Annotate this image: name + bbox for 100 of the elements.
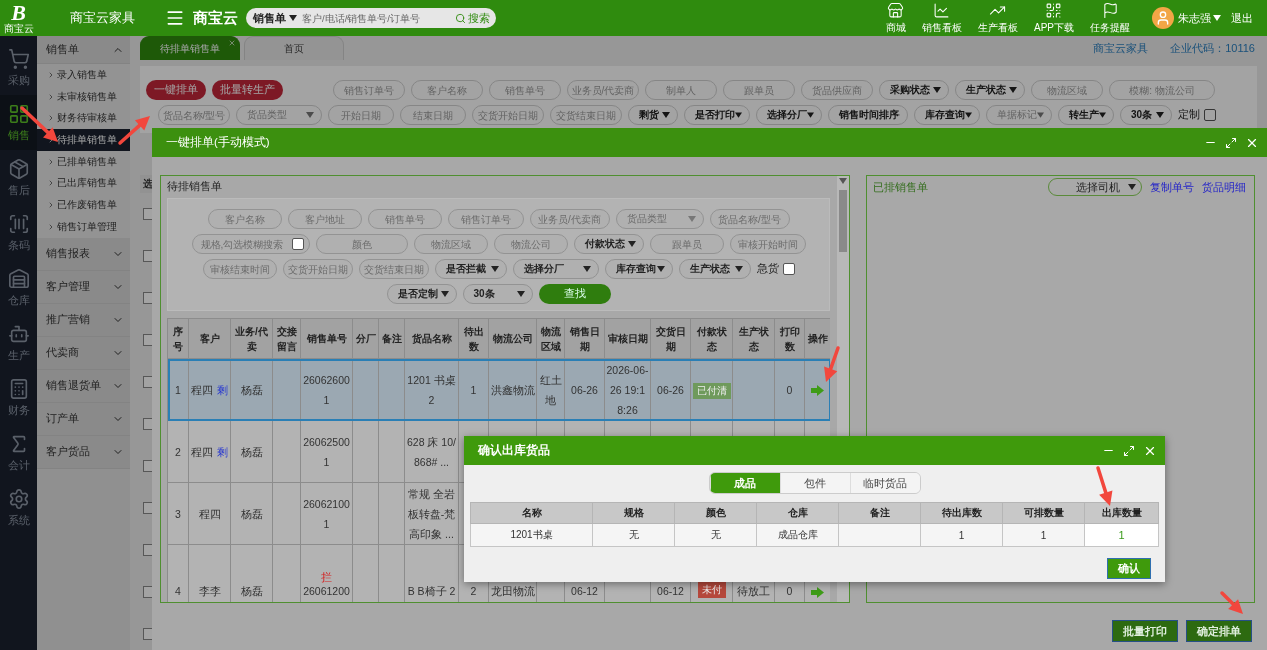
menu-button[interactable] xyxy=(165,8,185,28)
sidebar-group[interactable]: 代卖商 xyxy=(37,336,130,370)
filter-select[interactable]: 销售时间排序 xyxy=(828,105,908,125)
maximize-icon[interactable] xyxy=(1123,444,1135,457)
checkbox[interactable] xyxy=(1204,109,1216,121)
panel-link[interactable]: 货品明细 xyxy=(1202,180,1246,195)
logo-letter: B xyxy=(11,2,26,24)
scrollbar-thumb[interactable] xyxy=(839,190,847,252)
filter-select[interactable]: 是否拦截 xyxy=(434,259,507,279)
chevron-right-icon xyxy=(47,200,55,209)
confirm-button[interactable]: 确认 xyxy=(1107,558,1151,579)
sidebar-group[interactable]: 销售报表 xyxy=(37,237,130,271)
checkbox[interactable] xyxy=(291,238,304,250)
action-button[interactable]: 批量转生产 xyxy=(212,80,283,100)
sidebar-group[interactable]: 销售单 xyxy=(37,36,130,64)
search-button[interactable]: 搜索 xyxy=(453,8,496,28)
filter-select[interactable]: 转生产 xyxy=(1058,105,1114,125)
shortcut-button[interactable]: 生产看板 xyxy=(970,1,1026,35)
user-menu[interactable]: 朱志强 xyxy=(1174,10,1221,26)
sidebar-group[interactable]: 订产单 xyxy=(37,402,130,436)
filter-field[interactable]: 颜色 xyxy=(315,234,408,254)
filter-select[interactable]: 库存查询 xyxy=(914,105,980,125)
driver-select[interactable]: 选择司机 xyxy=(1048,178,1142,196)
nav-rail-item[interactable]: 生产 xyxy=(0,315,37,370)
shortcut-button[interactable]: APP下载 xyxy=(1026,1,1082,35)
nav-rail-item[interactable]: 仓库 xyxy=(0,260,37,315)
filter-select[interactable]: 是否打印 xyxy=(684,105,750,125)
spec-search-field[interactable]: 规格,勾选模糊搜索 xyxy=(191,234,310,254)
table-cell: 06-12 xyxy=(657,585,684,597)
nav-rail-item[interactable]: 会计 xyxy=(0,425,37,480)
filter-select[interactable]: 剩货 xyxy=(628,105,678,125)
chevron-right-icon xyxy=(47,114,55,123)
nav-rail-item[interactable]: 财务 xyxy=(0,370,37,425)
nav-rail-item[interactable]: 系统 xyxy=(0,480,37,535)
filter-select[interactable]: 付款状态 xyxy=(573,234,644,254)
caret-icon xyxy=(1213,15,1221,21)
nav-rail-item[interactable]: 销售 xyxy=(0,95,37,150)
caret-icon xyxy=(490,266,499,272)
table-cell: 无 xyxy=(710,529,721,540)
filter-select[interactable]: 选择分厂 xyxy=(756,105,822,125)
find-button[interactable]: 查找 xyxy=(538,284,611,304)
arrow-right-icon[interactable] xyxy=(811,586,824,598)
product-logo: 商宝云 xyxy=(193,8,238,28)
filter-select[interactable]: 生产状态 xyxy=(955,80,1025,100)
column-header: 销售单号 xyxy=(300,318,353,359)
filter-select[interactable]: 采购状态 xyxy=(879,80,949,100)
search-field[interactable]: 客户/电话/销售单号/订单号 xyxy=(299,8,453,28)
action-button[interactable]: 一键排单 xyxy=(146,80,206,100)
filter-select[interactable]: 生产状态 xyxy=(678,259,751,279)
footer-button[interactable]: 确定排单 xyxy=(1186,620,1252,642)
table-cell: 成品仓库 xyxy=(777,529,818,540)
filter-select[interactable]: 是否定制 xyxy=(386,284,457,304)
table-cell: 1201 书桌 2 xyxy=(407,373,456,406)
chevron-right-icon xyxy=(47,157,55,166)
checkbox-label: 定制 xyxy=(1178,108,1200,122)
settings-icon xyxy=(7,487,30,510)
table-cell: 26061200 xyxy=(303,585,350,597)
panel-link[interactable]: 复制单号 xyxy=(1150,180,1194,195)
shortcut-button[interactable]: 销售看板 xyxy=(914,1,970,35)
filter-select[interactable]: 选择分厂 xyxy=(512,259,599,279)
filter-field[interactable]: 业务员/代卖商 xyxy=(529,209,610,229)
filter-select[interactable]: 库存查询 xyxy=(604,259,673,279)
segment-tab[interactable]: 成品 xyxy=(709,473,780,493)
pointer-arrow xyxy=(824,346,840,382)
scope-select[interactable]: 销售单 xyxy=(246,8,299,28)
page-tab[interactable]: 待排单销售单 xyxy=(140,36,240,60)
table-cell: 1201书桌 xyxy=(510,529,553,540)
footer-button[interactable]: 批量打印 xyxy=(1112,620,1178,642)
maximize-icon[interactable] xyxy=(1225,136,1237,149)
table-cell: 杨磊 xyxy=(240,445,263,458)
filter-select[interactable]: 30条 xyxy=(1120,105,1172,125)
filter-field[interactable]: 物流区域 xyxy=(413,234,488,254)
shortcut-button[interactable]: 商城 xyxy=(878,1,914,35)
customer-tag: 剩 xyxy=(213,445,228,458)
sidebar-group[interactable]: 客户货品 xyxy=(37,435,130,469)
caret-icon xyxy=(687,216,696,222)
close-icon[interactable] xyxy=(228,39,236,47)
segment-tab[interactable]: 包件 xyxy=(779,473,850,493)
caret-icon xyxy=(839,178,847,184)
checkbox[interactable] xyxy=(782,263,795,275)
table-row[interactable]: 1 程四 剩 杨磊 260626001 1201 书桌 2 1 洪鑫物流 红土地 06-26 2026-06-26 19:18:26 06-26 已付清 0 xyxy=(167,358,830,421)
sidebar-item[interactable]: 待排单销售单 xyxy=(37,129,130,151)
nav-rail-item[interactable]: 条码 xyxy=(0,205,37,260)
sidebar-group[interactable]: 客户管理 xyxy=(37,270,130,304)
page-tab[interactable]: 首页 xyxy=(244,36,344,60)
segment-tab[interactable]: 临时货品 xyxy=(849,473,920,493)
column-header: 颜色 xyxy=(674,502,757,524)
column-header: 货品名称 xyxy=(404,318,459,359)
sidebar-group[interactable]: 销售退货单 xyxy=(37,369,130,403)
shortcut-button[interactable]: 任务提醒 xyxy=(1082,1,1138,35)
filter-field[interactable]: 物流区域 xyxy=(1031,80,1103,100)
logout-link[interactable]: 退出 xyxy=(1231,10,1253,26)
nav-rail-item[interactable]: 采购 xyxy=(0,40,37,95)
filter-select[interactable]: 30条 xyxy=(462,284,533,304)
sidebar-group[interactable]: 推广营销 xyxy=(37,303,130,337)
nav-rail-item[interactable]: 售后 xyxy=(0,150,37,205)
filter-field[interactable]: 客户地址 xyxy=(287,209,362,229)
caret-icon xyxy=(656,266,665,272)
column-header: 付款状态 xyxy=(690,318,733,359)
filter-field[interactable]: 客户名称 xyxy=(207,209,282,229)
